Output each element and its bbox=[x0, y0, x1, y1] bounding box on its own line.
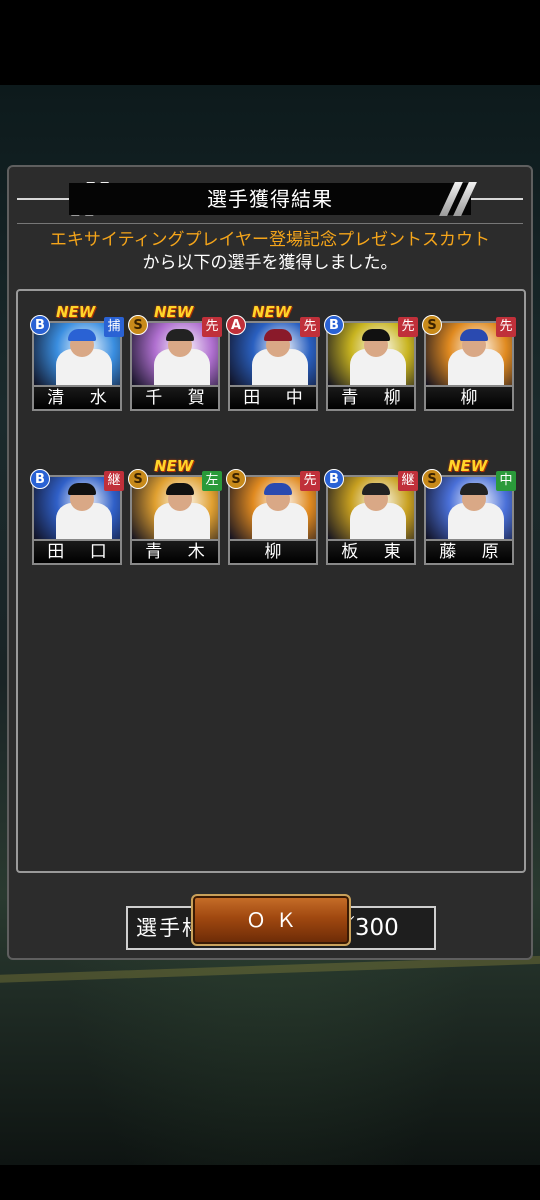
player-card[interactable]: 青 木 S 左 NEW bbox=[128, 457, 222, 565]
player-card[interactable]: 田 口 B 継 bbox=[30, 469, 124, 565]
position-badge: 先 bbox=[300, 471, 320, 491]
position-badge: 継 bbox=[104, 471, 124, 491]
new-badge: NEW bbox=[252, 303, 292, 321]
player-name: 柳 bbox=[228, 541, 318, 565]
dialog-title: 選手獲得結果 bbox=[207, 187, 333, 211]
player-card[interactable]: 田 中 A 先 NEW bbox=[226, 303, 320, 411]
rank-badge: S bbox=[422, 315, 442, 335]
player-card[interactable]: 板 東 B 継 bbox=[324, 469, 418, 565]
position-badge: 先 bbox=[202, 317, 222, 337]
player-name: 柳 bbox=[424, 387, 514, 411]
ok-button[interactable]: ＯＫ bbox=[191, 894, 351, 946]
position-badge: 先 bbox=[496, 317, 516, 337]
result-dialog: 選手獲得結果 エキサイティングプレイヤー登場記念プレゼントスカウト から以下の選… bbox=[7, 165, 533, 960]
rank-badge: B bbox=[324, 469, 344, 489]
rank-badge: A bbox=[226, 315, 246, 335]
player-name: 青 木 bbox=[130, 541, 220, 565]
player-cap bbox=[68, 483, 96, 495]
scout-name: エキサイティングプレイヤー登場記念プレゼントスカウト bbox=[49, 230, 491, 250]
new-badge: NEW bbox=[154, 457, 194, 475]
player-cap bbox=[362, 329, 390, 341]
position-badge: 先 bbox=[300, 317, 320, 337]
new-badge: NEW bbox=[448, 457, 488, 475]
rank-badge: S bbox=[128, 469, 148, 489]
player-cap bbox=[68, 329, 96, 341]
player-cap bbox=[264, 483, 292, 495]
status-bar bbox=[0, 0, 540, 85]
player-card[interactable]: 藤 原 S 中 NEW bbox=[422, 457, 516, 565]
player-cap bbox=[362, 483, 390, 495]
new-badge: NEW bbox=[154, 303, 194, 321]
bottom-bar bbox=[0, 1165, 540, 1200]
title-line-right bbox=[467, 198, 523, 200]
player-name: 板 東 bbox=[326, 541, 416, 565]
player-name: 千 賀 bbox=[130, 387, 220, 411]
rank-badge: B bbox=[30, 469, 50, 489]
result-message: エキサイティングプレイヤー登場記念プレゼントスカウト から以下の選手を獲得しまし… bbox=[9, 229, 531, 275]
title-line-left bbox=[17, 198, 73, 200]
rank-badge: B bbox=[324, 315, 344, 335]
player-cap bbox=[460, 329, 488, 341]
position-badge: 継 bbox=[398, 471, 418, 491]
player-card[interactable]: 柳 S 先 bbox=[226, 469, 320, 565]
player-cap bbox=[264, 329, 292, 341]
rank-badge: S bbox=[128, 315, 148, 335]
position-badge: 先 bbox=[398, 317, 418, 337]
player-name: 青 柳 bbox=[326, 387, 416, 411]
new-badge: NEW bbox=[56, 303, 96, 321]
player-name: 清 水 bbox=[32, 387, 122, 411]
position-badge: 捕 bbox=[104, 317, 124, 337]
player-name: 田 中 bbox=[228, 387, 318, 411]
rank-badge: S bbox=[226, 469, 246, 489]
player-card[interactable]: 千 賀 S 先 NEW bbox=[128, 303, 222, 411]
player-card[interactable]: 青 柳 B 先 bbox=[324, 315, 418, 411]
rank-badge: B bbox=[30, 315, 50, 335]
player-cap bbox=[460, 483, 488, 495]
player-name: 藤 原 bbox=[424, 541, 514, 565]
rank-badge: S bbox=[422, 469, 442, 489]
players-panel: 清 水 B 捕 NEW 千 賀 S 先 NEW 田 中 A 先 NEW 青 柳B先柳S先田 口B継青 木… bbox=[16, 289, 526, 950]
position-badge: 中 bbox=[496, 471, 516, 491]
player-name: 田 口 bbox=[32, 541, 122, 565]
player-card[interactable]: 柳 S 先 bbox=[422, 315, 516, 411]
player-card[interactable]: 清 水 B 捕 NEW bbox=[30, 303, 124, 411]
title-underline bbox=[17, 223, 523, 224]
position-badge: 左 bbox=[202, 471, 222, 491]
player-cap bbox=[166, 483, 194, 495]
result-text: から以下の選手を獲得しました。 bbox=[142, 253, 398, 273]
player-cap bbox=[166, 329, 194, 341]
